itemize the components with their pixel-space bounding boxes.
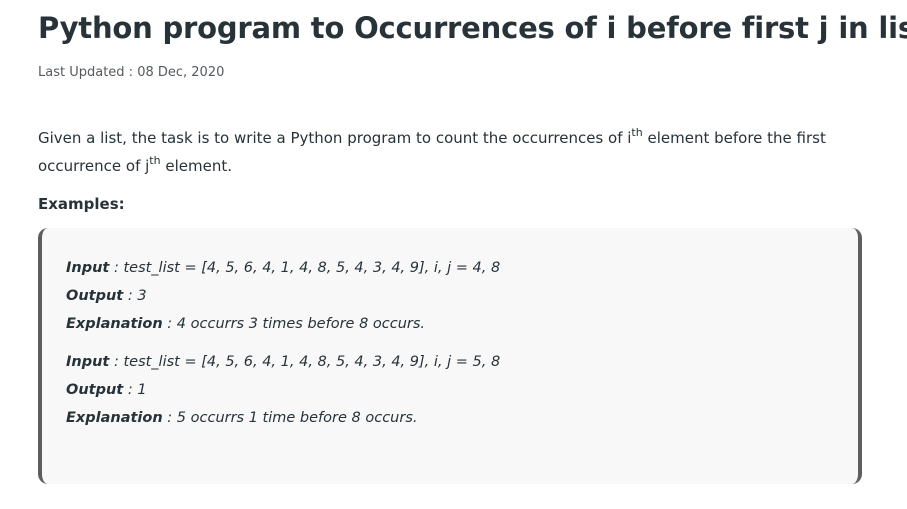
example-1-explanation-label: Explanation [66, 316, 163, 332]
example-1-output-value: : 3 [123, 288, 147, 304]
example-2-output-label: Output [66, 382, 124, 398]
example-1-output: Output : 3 [66, 282, 500, 310]
intro-text-3: element. [160, 157, 232, 175]
example-separator [66, 338, 500, 348]
example-2-output-value: : 1 [123, 382, 147, 398]
examples-box: Input : test_list = [4, 5, 6, 4, 1, 4, 8… [38, 228, 862, 484]
intro-superscript-1: th [631, 126, 643, 139]
example-1-input-value: : test_list = [4, 5, 6, 4, 1, 4, 8, 5, 4… [109, 260, 501, 276]
example-1-input-label: Input [66, 260, 110, 276]
example-1-output-label: Output [66, 288, 124, 304]
intro-text-1: Given a list, the task is to write a Pyt… [38, 129, 632, 147]
intro-superscript-2: th [149, 154, 161, 167]
examples-content: Input : test_list = [4, 5, 6, 4, 1, 4, 8… [66, 254, 500, 432]
examples-heading: Examples: [38, 195, 125, 213]
article-title: Python program to Occurrences of i befor… [38, 11, 907, 45]
example-2-output: Output : 1 [66, 376, 500, 404]
example-1-explanation-value: : 4 occurrs 3 times before 8 occurs. [162, 316, 426, 332]
example-2-input-value: : test_list = [4, 5, 6, 4, 1, 4, 8, 5, 4… [109, 354, 501, 370]
intro-paragraph: Given a list, the task is to write a Pyt… [38, 124, 868, 180]
example-2-input: Input : test_list = [4, 5, 6, 4, 1, 4, 8… [66, 348, 500, 376]
example-2-explanation-label: Explanation [66, 410, 163, 426]
example-2-explanation: Explanation : 5 occurrs 1 time before 8 … [66, 404, 500, 432]
example-2-explanation-value: : 5 occurrs 1 time before 8 occurs. [162, 410, 418, 426]
example-2-input-label: Input [66, 354, 110, 370]
example-1-explanation: Explanation : 4 occurrs 3 times before 8… [66, 310, 500, 338]
last-updated: Last Updated : 08 Dec, 2020 [38, 65, 225, 80]
example-1-input: Input : test_list = [4, 5, 6, 4, 1, 4, 8… [66, 254, 500, 282]
